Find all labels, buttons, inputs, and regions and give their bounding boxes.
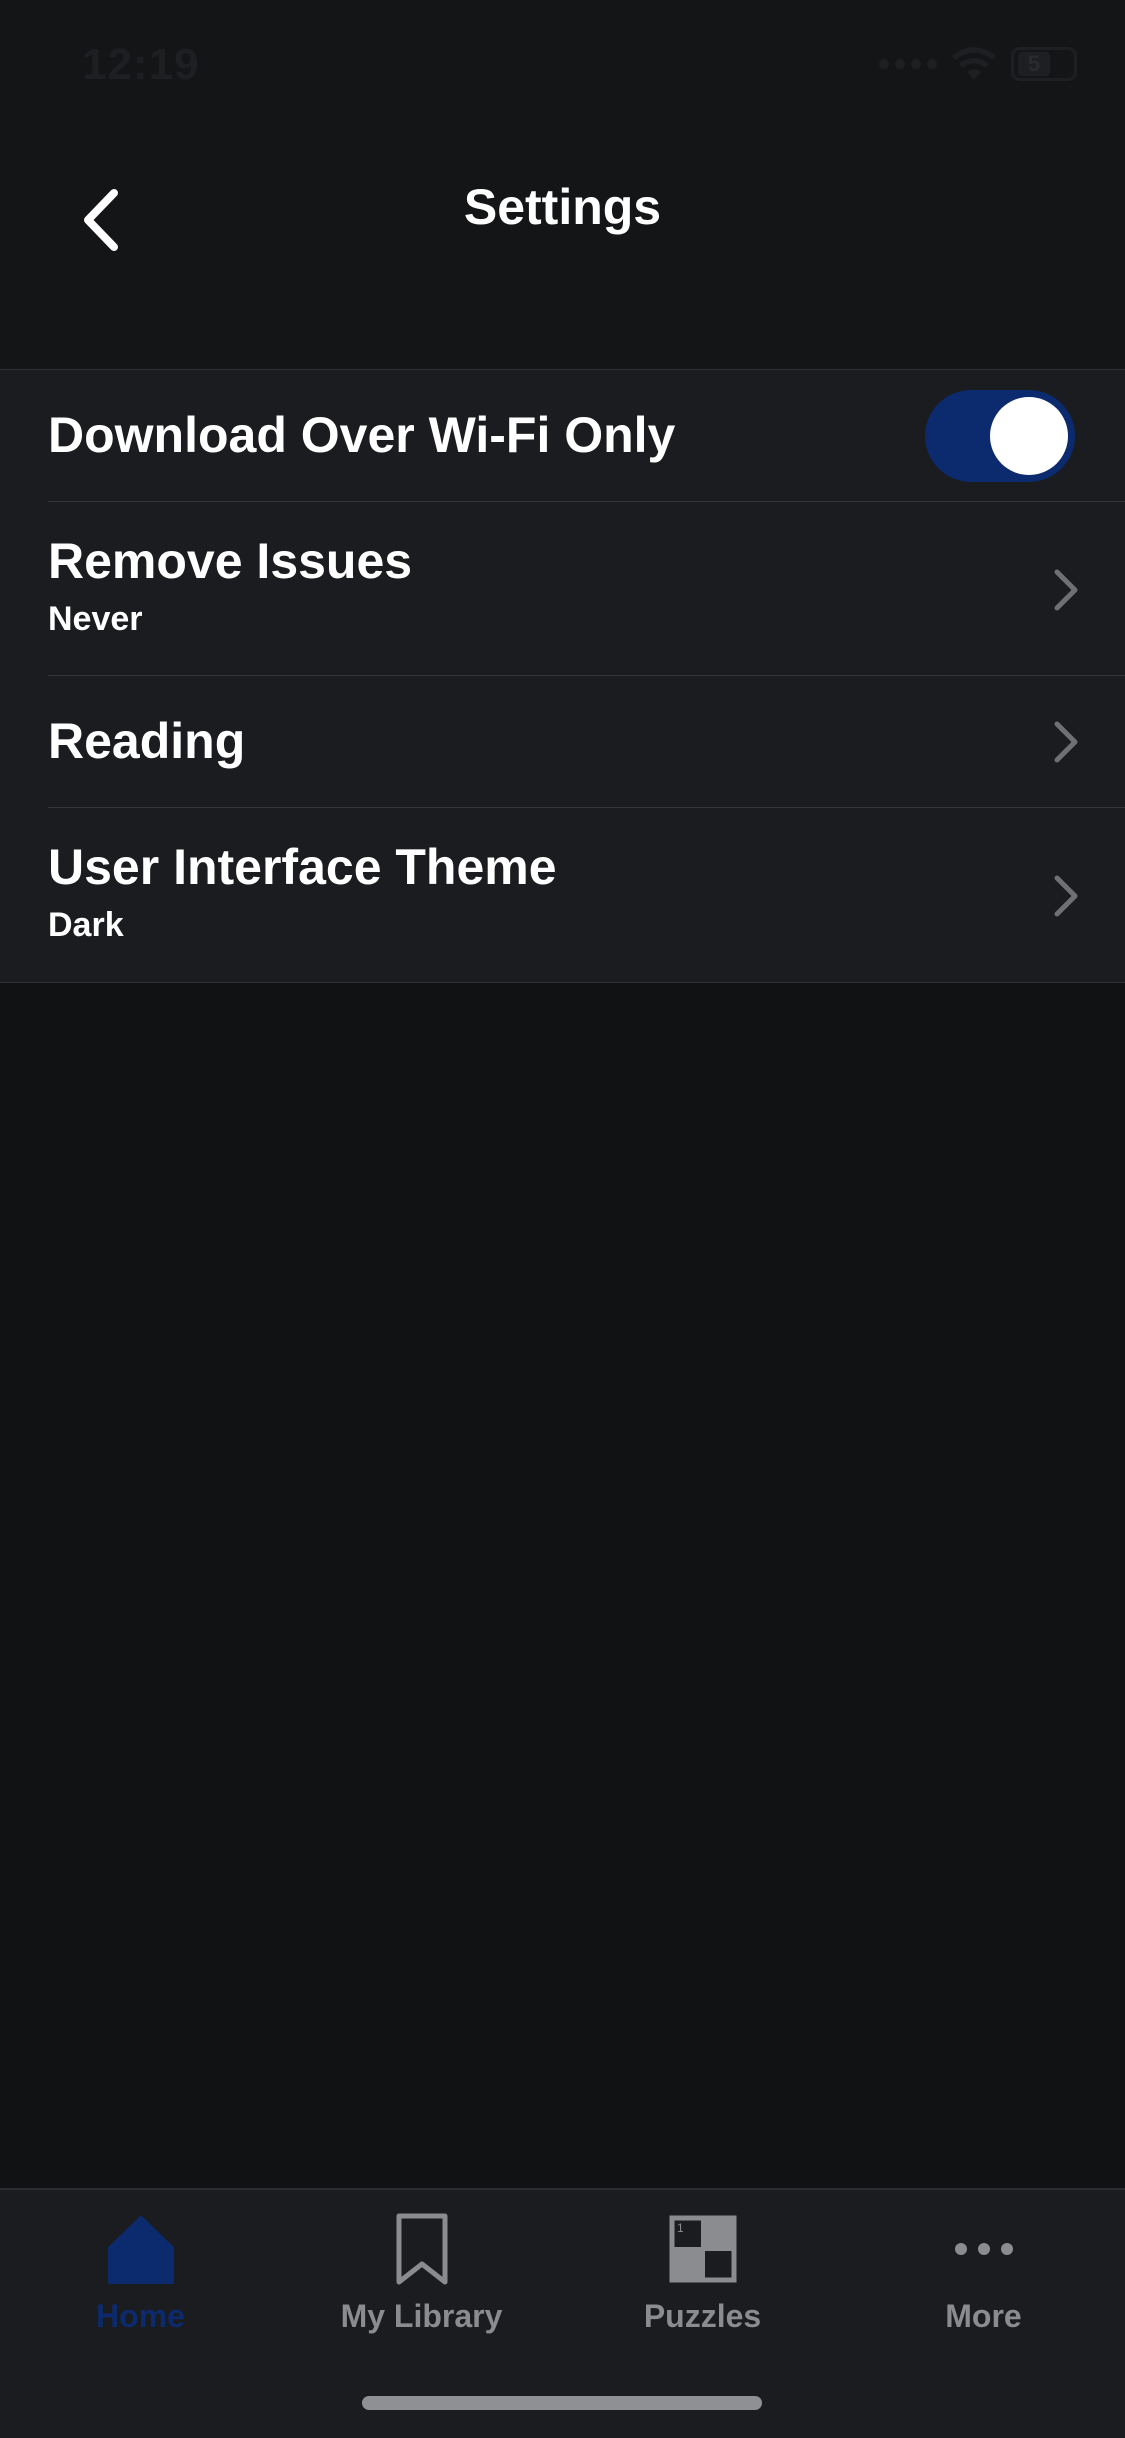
tab-label-more: More — [945, 2298, 1022, 2334]
setting-value-remove-issues: Never — [48, 600, 143, 638]
svg-text:1: 1 — [677, 2221, 684, 2235]
setting-row-theme[interactable]: User Interface Theme Dark — [0, 808, 1125, 982]
page-title: Settings — [463, 179, 662, 235]
tab-label-my-library: My Library — [340, 2298, 503, 2334]
wifi-icon — [952, 47, 996, 80]
setting-row-remove-issues[interactable]: Remove Issues Never — [0, 502, 1125, 676]
setting-label-theme: User Interface Theme — [48, 839, 557, 895]
tab-label-home: Home — [96, 2298, 185, 2334]
tab-home[interactable]: Home — [0, 2212, 281, 2362]
setting-label-reading: Reading — [48, 713, 246, 769]
status-indicators: 5 — [879, 46, 1077, 82]
setting-row-wifi-only: Download Over Wi-Fi Only — [0, 370, 1125, 502]
chevron-right-icon — [1054, 875, 1078, 917]
cellular-signal-icon — [879, 59, 937, 69]
setting-row-reading[interactable]: Reading — [0, 676, 1125, 808]
setting-label-remove-issues: Remove Issues — [48, 533, 413, 589]
setting-label-wifi-only: Download Over Wi-Fi Only — [48, 407, 676, 463]
tab-more[interactable]: More — [843, 2212, 1124, 2362]
home-indicator[interactable] — [362, 2396, 762, 2410]
toggle-knob — [990, 397, 1068, 475]
battery-icon: 5 — [1011, 47, 1077, 81]
battery-level: 5 — [1018, 51, 1050, 76]
chevron-right-icon — [1054, 569, 1078, 611]
wifi-only-toggle[interactable] — [925, 390, 1075, 482]
status-time: 12:19 — [82, 40, 200, 89]
tab-label-puzzles: Puzzles — [643, 2298, 762, 2334]
crossword-icon: 1 — [669, 2215, 736, 2283]
home-icon — [107, 2216, 174, 2284]
more-dots-icon — [954, 2243, 1013, 2255]
chevron-right-icon — [1054, 721, 1078, 763]
navigation-header: Settings — [0, 140, 1125, 370]
tab-puzzles[interactable]: 1 Puzzles — [562, 2212, 843, 2362]
tab-my-library[interactable]: My Library — [281, 2212, 562, 2362]
bookmark-icon — [396, 2213, 447, 2285]
status-bar: 12:19 5 — [0, 0, 1125, 140]
setting-value-theme: Dark — [48, 906, 124, 944]
settings-list: Download Over Wi-Fi Only Remove Issues N… — [0, 369, 1125, 983]
